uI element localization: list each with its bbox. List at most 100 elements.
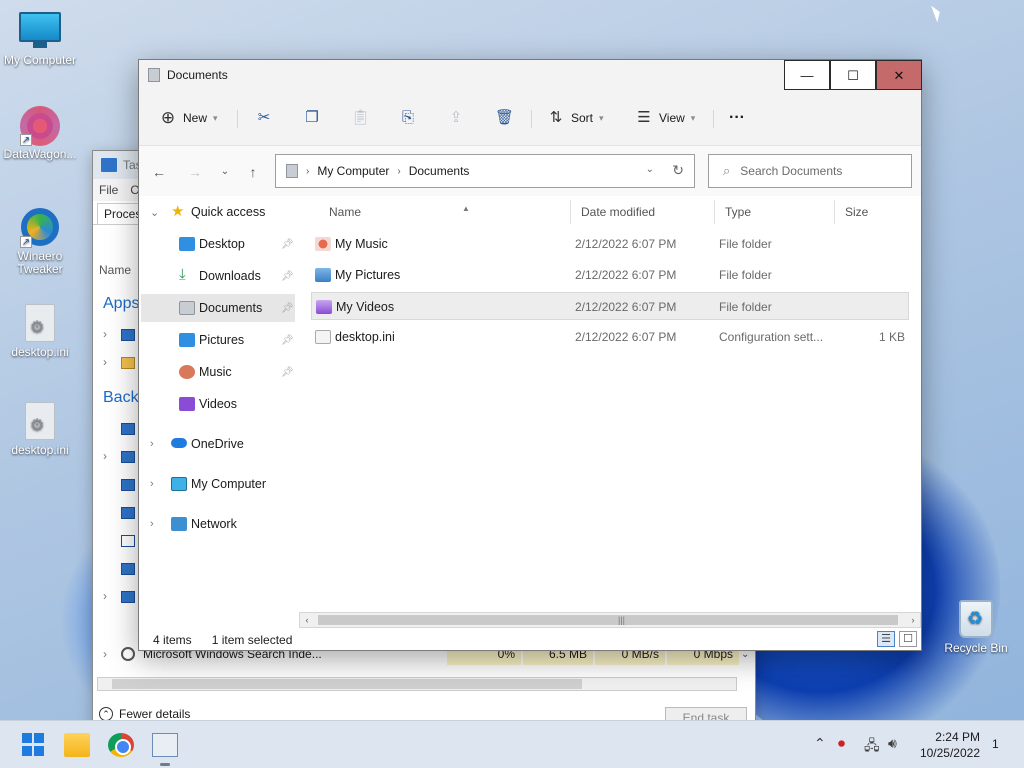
chevron-right-icon: › (150, 518, 154, 530)
column-header-date[interactable]: Date modified (571, 200, 715, 224)
paste-button[interactable]: 📋︎ (351, 108, 370, 128)
nav-quick-access[interactable]: ⌄ ★ Quick access (141, 198, 295, 226)
file-row-selected[interactable]: My Videos 2/12/2022 6:07 PM File folder (311, 292, 909, 320)
navigation-pane: ⌄ ★ Quick access Desktop 📌︎ ⤓ Downloads … (139, 198, 297, 618)
sort-button[interactable]: ⇅ Sort ▾ (547, 108, 604, 128)
chevron-right-icon[interactable]: › (103, 327, 107, 341)
notification-count[interactable]: 1 (992, 737, 999, 751)
column-header-size[interactable]: Size (835, 200, 913, 224)
chevron-right-icon[interactable]: › (103, 355, 107, 369)
pin-icon[interactable]: 📌︎ (281, 367, 294, 378)
desktop-icon-desktop-ini-1[interactable]: desktop.ini (0, 304, 80, 359)
desktop-icon-my-computer[interactable]: My Computer (0, 10, 80, 67)
file-date: 2/12/2022 6:07 PM (575, 268, 677, 282)
column-header-name[interactable]: ▲ Name (319, 200, 571, 224)
nav-music[interactable]: Music 📌︎ (141, 358, 295, 386)
rename-button[interactable]: ⎘ (399, 108, 417, 128)
volume-icon[interactable]: 🔊︎ (888, 735, 897, 752)
fewer-details-button[interactable]: ⌃ Fewer details (99, 707, 190, 721)
chevron-right-icon[interactable]: › (103, 589, 107, 603)
cut-button[interactable]: ✂ (255, 108, 273, 128)
file-date: 2/12/2022 6:07 PM (575, 300, 677, 314)
pin-icon[interactable]: 📌︎ (281, 271, 294, 282)
scroll-left-icon[interactable]: ‹ (300, 613, 314, 627)
desktop-icon-desktop-ini-2[interactable]: desktop.ini (0, 402, 80, 457)
cloud-icon (171, 438, 187, 448)
recent-locations-button[interactable]: ⌄ (215, 162, 235, 182)
forward-button[interactable]: → (185, 162, 205, 182)
scrollbar-thumb[interactable]: ||| (318, 615, 898, 625)
maximize-button[interactable]: ☐ (830, 60, 876, 90)
column-name-label: Name (329, 205, 362, 219)
file-row[interactable]: desktop.ini 2/12/2022 6:07 PM Configurat… (311, 323, 909, 351)
more-options-button[interactable]: ··· (729, 108, 745, 128)
minimize-button[interactable]: — (784, 60, 830, 90)
file-explorer-taskbar-icon[interactable] (64, 733, 90, 757)
large-icons-view-icon[interactable]: ☐ (899, 631, 917, 647)
scroll-right-icon[interactable]: › (906, 613, 920, 627)
sort-arrows-icon: ⇅ (549, 109, 563, 126)
desktop-icon-winaero[interactable]: ↗ Winaero Tweaker (0, 208, 80, 276)
menu-file[interactable]: File (99, 183, 118, 197)
file-row[interactable]: My Music 2/12/2022 6:07 PM File folder (311, 230, 909, 258)
network-tray-icon[interactable]: 🖧︎ (864, 735, 880, 759)
record-icon[interactable]: ⏺ (838, 735, 845, 752)
delete-button[interactable]: 🗑︎ (495, 108, 514, 128)
task-manager-hscroll[interactable] (97, 677, 737, 691)
clock[interactable]: 2:24 PM 10/25/2022 (910, 729, 980, 761)
chevron-right-icon[interactable]: › (103, 449, 107, 463)
new-button[interactable]: ⊕ New ▾ (159, 108, 218, 128)
share-button[interactable]: ⇪ (447, 108, 465, 128)
nav-onedrive[interactable]: › OneDrive (141, 430, 295, 458)
chevron-down-icon[interactable]: ⌄ (646, 164, 654, 175)
desktop-icon-label: Recycle Bin (944, 641, 1008, 655)
pin-icon[interactable]: 📌︎ (281, 239, 294, 250)
window-title: Documents (167, 68, 228, 82)
file-row[interactable]: My Pictures 2/12/2022 6:07 PM File folde… (311, 261, 909, 289)
music-icon (179, 365, 195, 379)
nav-label: Desktop (199, 237, 245, 251)
clock-date: 10/25/2022 (919, 746, 980, 760)
nav-my-computer[interactable]: › My Computer (141, 470, 295, 498)
chevron-right-icon[interactable]: › (103, 647, 107, 661)
file-type: File folder (719, 268, 772, 282)
back-button[interactable]: ← (149, 162, 169, 182)
breadcrumb-my-computer[interactable]: My Computer (317, 164, 389, 178)
close-button[interactable]: ✕ (876, 60, 922, 90)
nav-network[interactable]: › Network (141, 510, 295, 538)
nav-videos[interactable]: Videos (141, 390, 295, 418)
explorer-titlebar[interactable]: Documents — ☐ ✕ (139, 60, 922, 90)
nav-pictures[interactable]: Pictures 📌︎ (141, 326, 295, 354)
nav-documents[interactable]: Documents 📌︎ (141, 294, 295, 322)
file-name: desktop.ini (335, 330, 395, 344)
search-box[interactable]: ⌕ Search Documents (708, 154, 912, 188)
breadcrumb-documents[interactable]: Documents (409, 164, 470, 178)
details-view-icon[interactable]: ☰ (877, 631, 895, 647)
nav-desktop[interactable]: Desktop 📌︎ (141, 230, 295, 258)
desktop-icon (179, 237, 195, 251)
nav-downloads[interactable]: ⤓ Downloads 📌︎ (141, 262, 295, 290)
start-button[interactable] (22, 733, 48, 757)
explorer-window[interactable]: Documents — ☐ ✕ ⊕ New ▾ ✂ ❐ 📋︎ ⎘ ⇪ 🗑︎ ⇅ … (138, 59, 922, 651)
chevron-up-icon[interactable]: ⌃ (814, 735, 826, 752)
file-name: My Videos (336, 300, 395, 314)
copy-button[interactable]: ❐ (303, 108, 321, 128)
refresh-icon[interactable]: ↻ (672, 162, 684, 179)
running-indicator (160, 763, 170, 766)
pictures-folder-icon (315, 268, 331, 282)
chevron-down-icon: ▾ (599, 112, 604, 123)
column-header-name[interactable]: Name (99, 263, 131, 277)
chevron-down-icon: ⌄ (150, 206, 160, 219)
desktop-icon-recycle-bin[interactable]: Recycle Bin (936, 600, 1016, 655)
task-manager-taskbar-icon[interactable] (152, 733, 178, 757)
pin-icon[interactable]: 📌︎ (281, 303, 294, 314)
desktop-icon-datawagon[interactable]: ↗ DataWagon... (0, 106, 80, 161)
column-header-type[interactable]: Type (715, 200, 835, 224)
address-bar[interactable]: › My Computer › Documents ⌄ ↻ (275, 154, 695, 188)
view-button[interactable]: ☰ View ▾ (635, 108, 695, 128)
pin-icon[interactable]: 📌︎ (281, 335, 294, 346)
up-button[interactable]: ↑ (243, 162, 263, 182)
document-icon (179, 301, 195, 315)
horizontal-scrollbar[interactable]: ‹ ||| › (299, 612, 921, 628)
chrome-taskbar-icon[interactable] (108, 733, 134, 757)
